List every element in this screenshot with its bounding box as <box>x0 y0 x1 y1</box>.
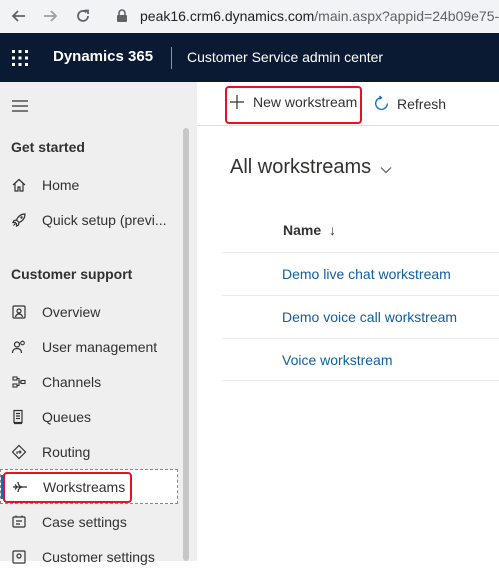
sidebar-item-label: Quick setup (previ... <box>42 211 167 228</box>
sidebar-item-channels[interactable]: Channels <box>0 364 178 399</box>
forward-icon[interactable] <box>37 3 63 29</box>
view-selector[interactable]: All workstreams <box>230 156 392 179</box>
brand-name[interactable]: Dynamics 365 <box>53 48 153 65</box>
sidebar-item-overview[interactable]: Overview <box>0 294 178 329</box>
sidebar-item-case-settings[interactable]: Case settings <box>0 504 178 539</box>
routing-icon <box>10 443 28 461</box>
case-settings-icon <box>10 513 28 531</box>
sidebar-item-label: Queues <box>42 408 92 425</box>
sidebar-item-label: User management <box>42 338 158 355</box>
app-launcher-icon[interactable] <box>12 50 28 71</box>
column-header-name[interactable]: Name ↓ <box>283 222 336 238</box>
refresh-label: Refresh <box>397 95 447 112</box>
header-divider <box>171 47 172 69</box>
workstream-link[interactable]: Voice workstream <box>282 352 392 368</box>
highlight-workstreams <box>3 472 132 503</box>
sidebar-item-routing[interactable]: Routing <box>0 434 178 469</box>
column-header-label: Name <box>283 222 322 238</box>
workstream-link[interactable]: Demo live chat workstream <box>282 266 451 282</box>
highlight-new-workstream <box>225 86 362 124</box>
rocket-icon <box>10 211 28 229</box>
refresh-icon <box>373 95 390 112</box>
sidebar-item-label: Home <box>42 176 80 193</box>
sidebar-item-home[interactable]: Home <box>0 167 178 202</box>
table-row[interactable]: Demo voice call workstream <box>222 295 499 338</box>
app-header: Dynamics 365 Customer Service admin cent… <box>0 33 499 82</box>
channels-icon <box>10 373 28 391</box>
sidebar-item-queues[interactable]: Queues <box>0 399 178 434</box>
workstream-link[interactable]: Demo voice call workstream <box>282 309 457 325</box>
customer-settings-icon <box>10 548 28 566</box>
sidebar-item-customer-settings[interactable]: Customer settings <box>0 539 178 574</box>
refresh-button[interactable]: Refresh <box>373 95 446 112</box>
home-icon <box>10 176 28 194</box>
lock-icon <box>116 9 128 28</box>
sidebar-item-label: Case settings <box>42 513 127 530</box>
sidebar-item-label: Routing <box>42 443 91 460</box>
url-path: /main.aspx?appid=24b09e75-e <box>314 8 499 24</box>
sidebar-item-label: Channels <box>42 373 102 390</box>
view-title: All workstreams <box>230 156 372 178</box>
sidebar-item-user-management[interactable]: User management <box>0 329 178 364</box>
browser-toolbar: peak16.crm6.dynamics.com/main.aspx?appid… <box>0 0 499 33</box>
sort-descending-icon: ↓ <box>329 222 337 238</box>
app-name: Customer Service admin center <box>187 49 384 65</box>
users-icon <box>10 338 28 356</box>
section-get-started: Get started <box>11 139 85 155</box>
reload-icon[interactable] <box>70 3 96 29</box>
hamburger-menu-icon[interactable] <box>12 99 28 117</box>
address-bar[interactable]: peak16.crm6.dynamics.com/main.aspx?appid… <box>140 4 499 28</box>
overview-icon <box>10 303 28 321</box>
chevron-down-icon <box>380 166 392 174</box>
back-icon[interactable] <box>6 3 32 29</box>
section-customer-support: Customer support <box>11 266 133 282</box>
sidebar-item-quick-setup[interactable]: Quick setup (previ... <box>0 202 178 237</box>
sidebar-scrollbar[interactable] <box>183 128 189 561</box>
sidebar-item-label: Customer settings <box>42 548 155 565</box>
table-row[interactable]: Voice workstream <box>222 338 499 381</box>
queues-icon <box>10 408 28 426</box>
sidebar-item-label: Overview <box>42 303 101 320</box>
url-host: peak16.crm6.dynamics.com <box>140 8 315 24</box>
table-row[interactable]: Demo live chat workstream <box>222 252 499 295</box>
